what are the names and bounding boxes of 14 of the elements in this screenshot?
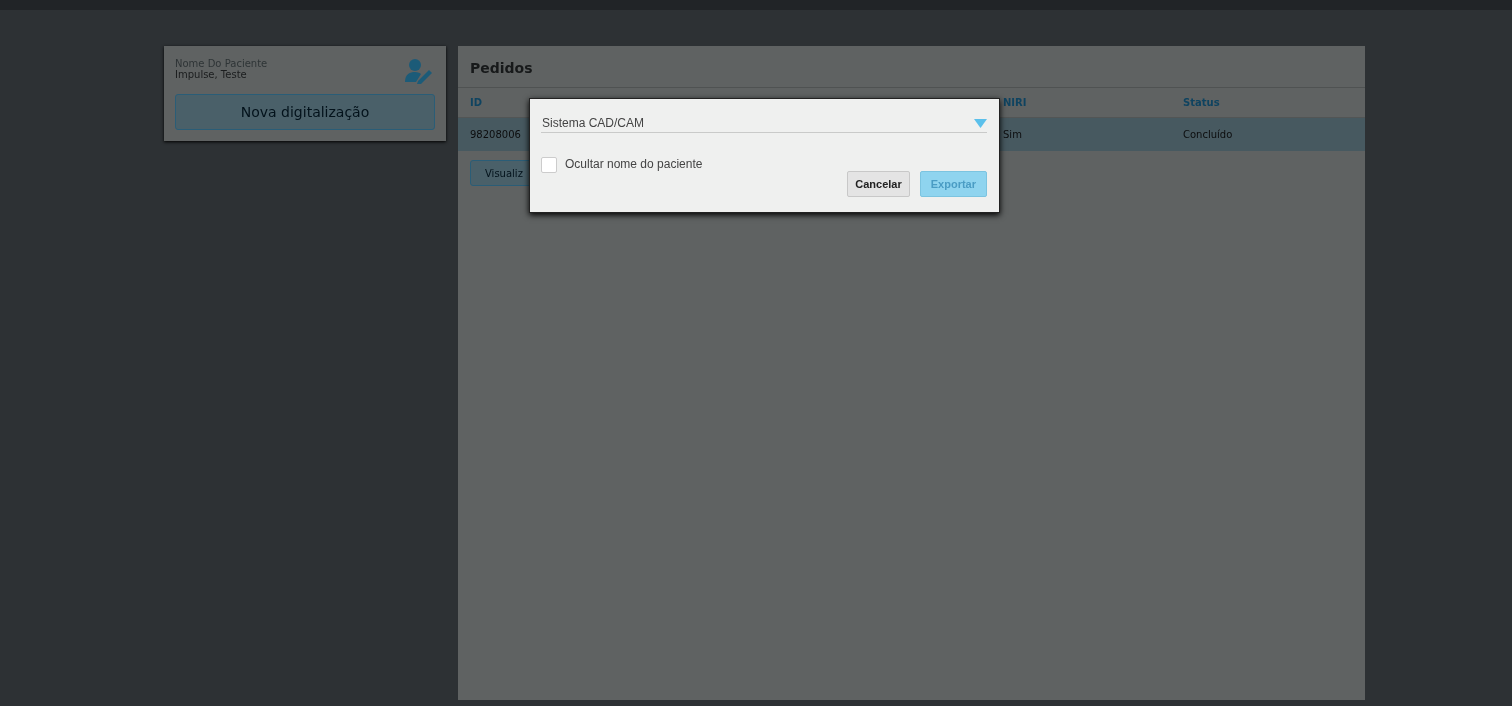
column-header[interactable]: Status xyxy=(1183,97,1365,108)
new-scan-button[interactable]: Nova digitalização xyxy=(175,94,435,130)
checkbox[interactable] xyxy=(541,157,557,173)
orders-title: Pedidos xyxy=(458,46,1365,88)
checkbox-label: Ocultar nome do paciente xyxy=(565,157,703,171)
patient-name: Impulse, Teste xyxy=(175,69,248,80)
cancel-button[interactable]: Cancelar xyxy=(847,171,910,197)
table-cell-text: 98208006 xyxy=(470,129,522,140)
column-header[interactable]: NIRI xyxy=(1003,97,1183,108)
cad-cam-select[interactable]: Sistema CAD/CAM xyxy=(541,113,987,133)
table-cell-text: Sim xyxy=(1003,129,1023,140)
table-cell-text: Concluído xyxy=(1183,129,1234,140)
user-edit-icon[interactable] xyxy=(405,58,433,84)
dropdown-caret-icon xyxy=(974,118,987,128)
